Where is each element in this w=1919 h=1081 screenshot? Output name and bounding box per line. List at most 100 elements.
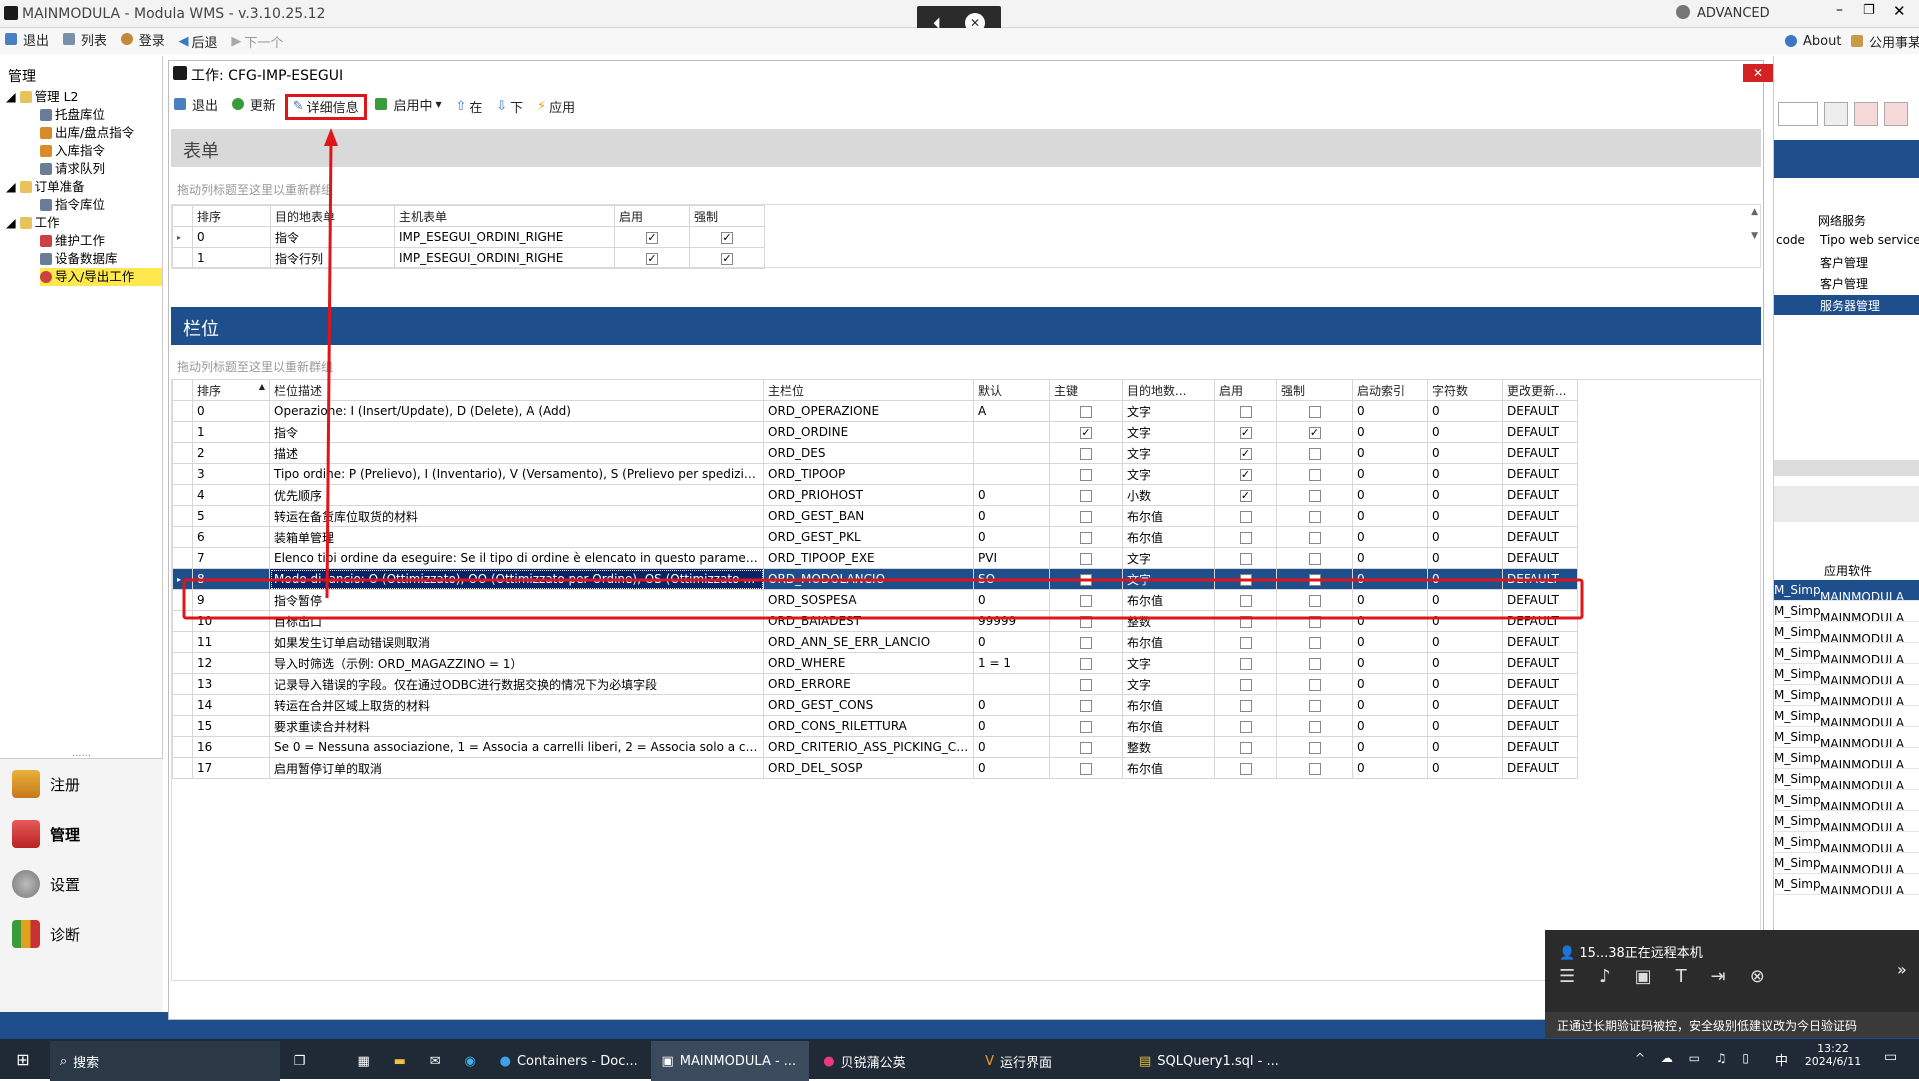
checkbox[interactable] <box>1080 405 1092 418</box>
checkbox[interactable] <box>1308 510 1321 523</box>
details-button[interactable]: ✎ 详细信息 <box>284 93 367 120</box>
mail-app[interactable]: ✉ <box>420 1041 451 1081</box>
nav-admin[interactable]: 管理 <box>0 809 163 859</box>
checkbox[interactable] <box>1308 699 1321 712</box>
field-row[interactable]: 16 Se 0 = Nessuna associazione, 1 = Assoc… <box>172 736 1578 758</box>
checkbox[interactable] <box>1080 657 1092 670</box>
task-containers[interactable]: ● Containers - Doc... <box>490 1041 648 1081</box>
tree-item-import-export[interactable]: 导入/导出工作 <box>6 268 163 286</box>
tree-item-admin[interactable]: ◢ 管理 L2 <box>6 88 162 106</box>
checkbox[interactable] <box>1080 762 1092 775</box>
clock[interactable]: 13:22 2024/6/11 <box>1798 1042 1868 1068</box>
field-row[interactable]: 15 要求重读合并材料 ORD_CONS_RILETTURA 0 布尔值 0 0 DEFAUL… <box>172 715 1578 737</box>
checkbox[interactable]: ✓ <box>721 231 733 244</box>
checkbox[interactable] <box>1308 678 1321 691</box>
app-row[interactable]: M_SimplMAINMODULA <box>1774 706 1919 727</box>
field-row[interactable]: 17 启用暂停订单的取消 ORD_DEL_SOSP 0 布尔值 0 0 DEFAULT <box>172 757 1578 779</box>
checkbox[interactable] <box>1080 531 1092 544</box>
checkbox[interactable] <box>1308 657 1321 670</box>
checkbox[interactable] <box>1308 405 1321 418</box>
field-row[interactable]: 5 转运在备货库位取货的材料 ORD_GEST_BAN 0 布尔值 0 0 DEFAULT <box>172 505 1578 527</box>
minimize-button[interactable]: – <box>1836 2 1843 18</box>
edge-app[interactable]: ◉ <box>454 1041 485 1081</box>
fields-col-default[interactable]: 默认 <box>973 379 1050 401</box>
form-row[interactable]: 1 指令行列 IMP_ESEGUI_ORDINI_RIGHE ✓ ✓ <box>172 247 765 269</box>
checkbox[interactable]: ✓ <box>1308 426 1321 439</box>
tree-item-jobs[interactable]: ◢ 工作 <box>6 214 162 232</box>
field-row[interactable]: 1 指令 ORD_ORDINE ✓ 文字 ✓ ✓ 0 0 DEFAULT <box>172 421 1578 443</box>
field-row[interactable]: ▸ 8 Modo di lancio: O (Ottimizzato), OO (O… <box>172 568 1578 590</box>
text-icon[interactable]: T <box>1676 966 1711 987</box>
taskbar-search[interactable]: ⌕ 搜索 <box>49 1041 280 1081</box>
app-row[interactable]: M_SimplMAINMODULA <box>1774 853 1919 874</box>
right-scrollbar[interactable] <box>1774 460 1919 476</box>
fields-col-enabled[interactable]: 启用 <box>1214 379 1277 401</box>
field-row[interactable]: 6 装箱单管理 ORD_GEST_PKL 0 布尔值 0 0 DEFAULT <box>172 526 1578 548</box>
checkbox[interactable]: ✓ <box>1239 426 1252 439</box>
fields-col-update[interactable]: 更改更新... <box>1502 379 1578 401</box>
checkbox[interactable] <box>1080 447 1092 460</box>
form-col-host[interactable]: 主机表单 <box>394 205 615 227</box>
checkbox[interactable] <box>1308 531 1321 544</box>
checkbox[interactable] <box>1080 741 1092 754</box>
tree-item-order-locations[interactable]: 指令库位 <box>6 196 162 214</box>
fields-col-forced[interactable]: 强制 <box>1276 379 1353 401</box>
ime-indicator[interactable]: 中 <box>1775 1050 1788 1069</box>
app-row[interactable]: M_SimplMAINMODULA <box>1774 643 1919 664</box>
app-row[interactable]: M_SimplMAINMODULA <box>1774 874 1919 895</box>
checkbox[interactable]: ✓ <box>646 231 658 244</box>
app-row[interactable]: M_SimplMAINMODULA <box>1774 685 1919 706</box>
checkbox[interactable] <box>1239 510 1252 523</box>
app-row[interactable]: M_SimplMAINMODULA <box>1774 811 1919 832</box>
app-row[interactable]: M_SimplMAINMODULA <box>1774 748 1919 769</box>
refresh-button[interactable]: 更新 <box>227 93 281 115</box>
app-row[interactable]: M_SimplMAINMODULA <box>1774 832 1919 853</box>
exit-button[interactable]: 退出 <box>0 28 54 50</box>
checkbox[interactable] <box>1239 573 1252 586</box>
checkbox[interactable]: ✓ <box>721 252 733 265</box>
app-row[interactable]: M_SimplMAINMODULA <box>1774 727 1919 748</box>
field-row[interactable]: 9 指令暂停 ORD_SOSPESA 0 布尔值 0 0 DEFAULT <box>172 589 1578 611</box>
checkbox[interactable] <box>1308 636 1321 649</box>
restore-button[interactable]: ❐ <box>1863 3 1875 18</box>
dialog-close-button[interactable]: ✕ <box>1743 64 1773 82</box>
form-col-order[interactable]: 排序 <box>192 205 271 227</box>
fields-col-field[interactable]: 主栏位 <box>763 379 974 401</box>
checkbox[interactable] <box>1239 657 1252 670</box>
login-button[interactable]: 登录 <box>116 28 170 50</box>
checkbox[interactable] <box>1308 762 1321 775</box>
tree-item-order-prep[interactable]: ◢ 订单准备 <box>6 178 162 196</box>
tree-item-device-db[interactable]: 设备数据库 <box>6 250 162 268</box>
checkbox[interactable] <box>1308 573 1321 586</box>
task-runtime[interactable]: V 运行界面 <box>975 1041 1125 1081</box>
app-row[interactable]: M_SimplMAINMODULA <box>1774 622 1919 643</box>
tree-item-tray-locations[interactable]: 托盘库位 <box>6 106 162 124</box>
app-row[interactable]: M_SimplMAINMODULA <box>1774 664 1919 685</box>
app-row[interactable]: M_SimplMAINMODULA <box>1774 769 1919 790</box>
checkbox[interactable] <box>1080 699 1092 712</box>
task-view-button[interactable]: ❐ <box>284 1041 344 1081</box>
scroll-up-icon[interactable]: ▲ <box>1751 207 1758 217</box>
service-row-selected[interactable]: 服务器管理 <box>1774 295 1919 315</box>
transfer-icon[interactable]: ⇥ <box>1711 966 1750 987</box>
checkbox[interactable] <box>1308 741 1321 754</box>
field-row[interactable]: 11 如果发生订单启动错误则取消 ORD_ANN_SE_ERR_LANCIO 0 布尔值… <box>172 631 1578 653</box>
checkbox[interactable] <box>1080 468 1092 481</box>
checkbox[interactable] <box>1080 720 1092 733</box>
checkbox[interactable]: ✓ <box>1080 426 1092 439</box>
tray-icons[interactable]: ^ ☁ ▭ ♫ ▯ <box>1635 1051 1755 1065</box>
scroll-down-icon[interactable]: ▼ <box>1751 231 1758 241</box>
clear-filter-icon[interactable] <box>1854 102 1878 126</box>
checkbox[interactable] <box>1239 531 1252 544</box>
checkbox[interactable] <box>1080 615 1092 628</box>
app-row[interactable]: M_SimplMAINMODULA <box>1774 790 1919 811</box>
checkbox[interactable] <box>1239 594 1252 607</box>
fields-col-order[interactable]: 排序 ▲ <box>192 379 270 401</box>
checkbox[interactable] <box>1239 762 1252 775</box>
form-col-dest[interactable]: 目的地表单 <box>270 205 395 227</box>
app-row[interactable]: M_SimplMAINMODULA <box>1774 580 1919 601</box>
checkbox[interactable] <box>1308 615 1321 628</box>
checkbox[interactable] <box>1308 552 1321 565</box>
move-down-button[interactable]: ⇩ 下 <box>491 96 528 118</box>
checkbox[interactable] <box>1080 510 1092 523</box>
